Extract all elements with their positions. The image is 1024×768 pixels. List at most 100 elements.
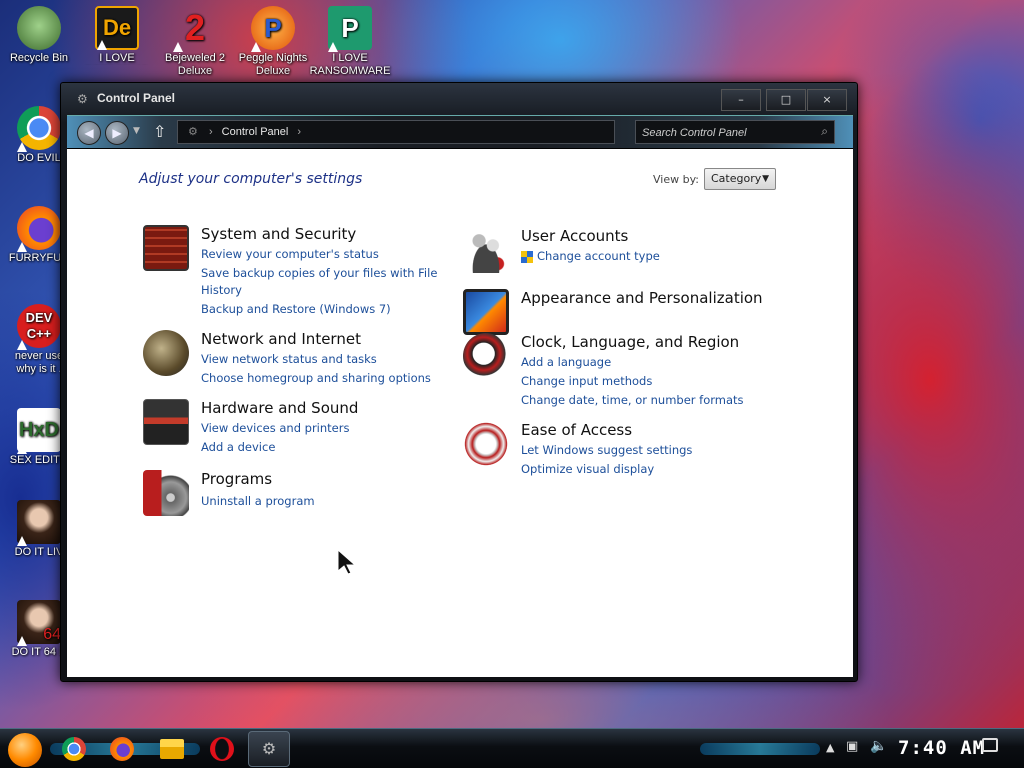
firefox-icon — [17, 206, 61, 252]
search-box[interactable]: ⌕ — [635, 120, 835, 144]
recent-pages-chevron-icon[interactable]: ▼ — [133, 126, 140, 136]
breadcrumb-separator-icon: › — [208, 126, 213, 138]
control-panel-window: ⚙ Control Panel – □ × ◀ ▶ ▼ ⇧ ⚙ › Contro… — [60, 82, 858, 682]
link-add-language[interactable]: Add a language — [521, 355, 611, 369]
portrait-icon — [17, 500, 61, 546]
desktop-icon-label: Recycle Bin — [9, 52, 69, 64]
search-input[interactable] — [636, 122, 806, 144]
taskbar-glow-track-right — [700, 743, 820, 755]
taskbar: ⚙ ▲ ▣ 🔈 7:40 AM — [0, 728, 1024, 768]
category-ease-of-access: Ease of Access Let Windows suggest setti… — [463, 421, 793, 481]
link-backup-restore[interactable]: Backup and Restore (Windows 7) — [201, 302, 391, 316]
close-button[interactable]: × — [807, 89, 847, 111]
breadcrumb-separator-icon: › — [297, 126, 302, 138]
network-icon[interactable]: ▣ — [846, 739, 858, 754]
monitor-icon[interactable] — [463, 289, 509, 335]
category-title[interactable]: Hardware and Sound — [201, 399, 358, 417]
chrome-icon[interactable] — [62, 737, 86, 761]
firefox-icon[interactable] — [110, 737, 134, 761]
category-title[interactable]: User Accounts — [521, 227, 628, 245]
search-icon[interactable]: ⌕ — [821, 124, 828, 139]
category-appearance: Appearance and Personalization — [463, 289, 793, 335]
window-title: Control Panel — [97, 91, 176, 105]
desktop-icon-peggle[interactable]: P Peggle Nights Deluxe — [230, 6, 316, 78]
page-title: Adjust your computer's settings — [139, 171, 363, 187]
start-orb-icon[interactable] — [8, 733, 42, 767]
view-by-dropdown[interactable]: Category ▼ — [704, 168, 776, 190]
notifications-icon[interactable] — [982, 738, 998, 752]
category-hardware-sound: Hardware and Sound View devices and prin… — [143, 399, 453, 459]
desktop-icon-ransomware[interactable]: P I LOVE RANSOMWARE — [307, 6, 393, 78]
shield-icon — [521, 251, 533, 263]
ease-of-access-icon[interactable] — [463, 421, 509, 467]
link-change-account-type[interactable]: Change account type — [537, 249, 660, 263]
desktop-icon-detecting[interactable]: De I LOVE DETECTING — [74, 6, 160, 65]
programs-disc-icon[interactable] — [143, 470, 189, 516]
users-icon[interactable] — [463, 227, 509, 273]
up-arrow-icon[interactable]: ⇧ — [153, 122, 166, 141]
desktop-icon-label: Bejeweled 2 Deluxe — [165, 52, 225, 77]
volume-icon[interactable]: 🔈 — [870, 738, 887, 754]
link-uninstall-program[interactable]: Uninstall a program — [201, 494, 315, 508]
address-bar[interactable]: ⚙ › Control Panel › — [177, 120, 615, 144]
link-network-status[interactable]: View network status and tasks — [201, 352, 377, 366]
devcpp-icon: DEV C++ — [17, 304, 61, 350]
breadcrumb-control-panel[interactable]: Control Panel — [222, 126, 289, 138]
detect-it-easy-icon: De — [95, 6, 139, 50]
chevron-down-icon: ▼ — [762, 174, 769, 184]
shield-firewall-icon[interactable] — [143, 225, 189, 271]
forward-arrow-icon[interactable]: ▶ — [105, 121, 129, 145]
opera-icon[interactable] — [210, 737, 234, 761]
minimize-button[interactable]: – — [721, 89, 761, 111]
link-devices-printers[interactable]: View devices and printers — [201, 421, 349, 435]
category-title[interactable]: System and Security — [201, 225, 356, 243]
category-clock-language: Clock, Language, and Region Add a langua… — [463, 333, 793, 413]
show-hidden-icons-icon[interactable]: ▲ — [826, 741, 834, 754]
category-title[interactable]: Clock, Language, and Region — [521, 333, 739, 351]
title-bar[interactable]: ⚙ Control Panel – □ × — [61, 83, 857, 115]
hxd-icon: HxD — [17, 408, 61, 454]
category-title[interactable]: Network and Internet — [201, 330, 361, 348]
mouse-cursor-icon — [337, 549, 357, 575]
printer-icon[interactable] — [143, 399, 189, 445]
link-homegroup[interactable]: Choose homegroup and sharing options — [201, 371, 431, 385]
category-title[interactable]: Ease of Access — [521, 421, 632, 439]
control-panel-icon: ⚙ — [188, 126, 198, 138]
file-explorer-icon[interactable] — [160, 739, 184, 759]
maximize-button[interactable]: □ — [766, 89, 806, 111]
publisher-icon: P — [328, 6, 372, 52]
back-arrow-icon[interactable]: ◀ — [77, 121, 101, 145]
category-system-security: System and Security Review your computer… — [143, 225, 453, 316]
bejeweled-icon: 2 — [173, 6, 217, 52]
taskbar-clock[interactable]: 7:40 AM — [898, 737, 985, 759]
control-panel-icon: ⚙ — [77, 92, 88, 106]
portrait-64-icon: 64 — [17, 600, 61, 646]
link-date-time-formats[interactable]: Change date, time, or number formats — [521, 393, 744, 407]
link-add-device[interactable]: Add a device — [201, 440, 275, 454]
link-windows-suggest[interactable]: Let Windows suggest settings — [521, 443, 692, 457]
category-title[interactable]: Appearance and Personalization — [521, 289, 763, 307]
link-optimize-display[interactable]: Optimize visual display — [521, 462, 654, 476]
clock-calendar-icon[interactable] — [463, 333, 509, 379]
link-file-history[interactable]: Save backup copies of your files with Fi… — [201, 266, 437, 280]
recycle-bin-icon — [17, 6, 61, 50]
peggle-icon: P — [251, 6, 295, 52]
desktop-icon-bejeweled[interactable]: 2 Bejeweled 2 Deluxe — [152, 6, 238, 78]
navigation-bar: ◀ ▶ ▼ ⇧ ⚙ › Control Panel › ⌕ — [67, 115, 853, 149]
link-review-status[interactable]: Review your computer's status — [201, 247, 379, 261]
desktop-icon-label: I LOVE DETECTING — [99, 52, 135, 64]
desktop-icon-recycle-bin[interactable]: Recycle Bin — [0, 6, 82, 65]
view-by-label: View by: — [653, 173, 699, 186]
category-user-accounts: User Accounts Change account type — [463, 227, 793, 277]
control-panel-content: Adjust your computer's settings View by:… — [67, 149, 853, 677]
link-file-history-continued[interactable]: History — [201, 283, 242, 297]
category-programs: Programs Uninstall a program — [143, 470, 453, 520]
link-input-methods[interactable]: Change input methods — [521, 374, 652, 388]
control-panel-icon[interactable]: ⚙ — [248, 731, 290, 767]
view-by-value: Category — [711, 172, 762, 185]
category-title[interactable]: Programs — [201, 470, 272, 488]
chrome-icon — [17, 106, 61, 152]
desktop-icon-label: I LOVE RANSOMWARE — [309, 52, 391, 77]
network-globe-icon[interactable] — [143, 330, 189, 376]
category-network-internet: Network and Internet View network status… — [143, 330, 453, 390]
